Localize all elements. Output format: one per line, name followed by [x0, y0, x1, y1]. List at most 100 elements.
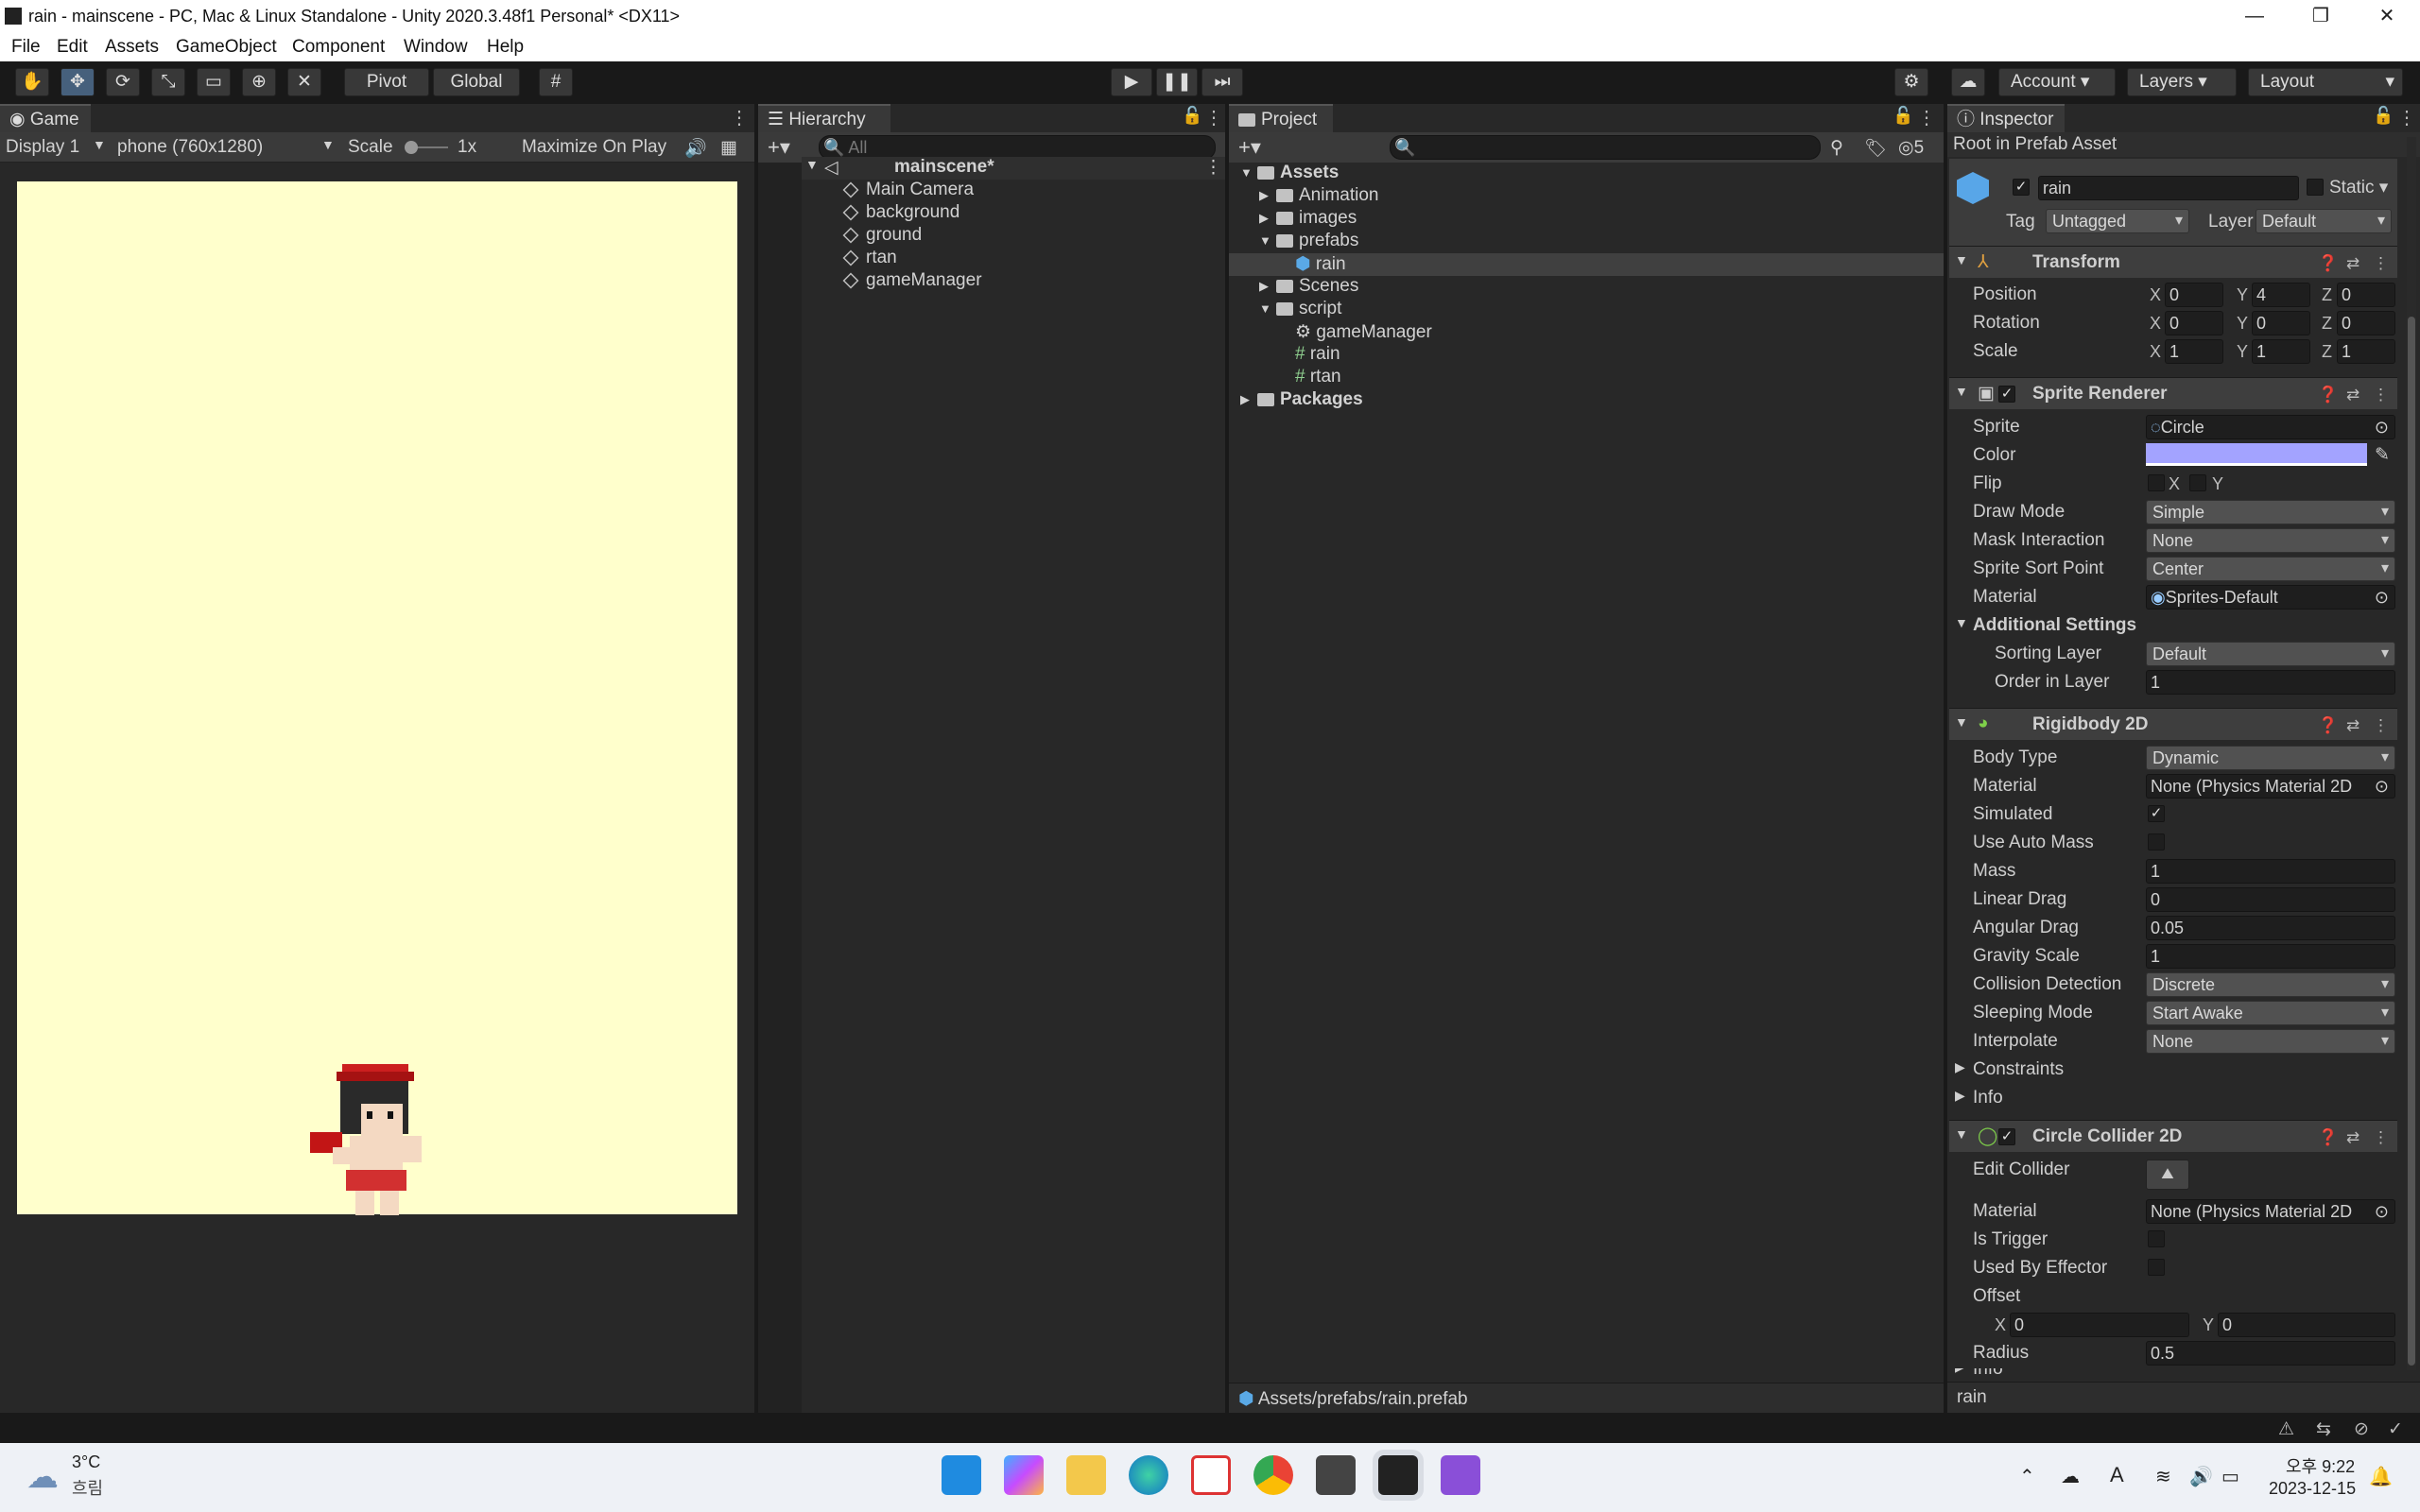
- search-by-type-icon[interactable]: ⚲: [1830, 137, 1843, 159]
- collab-icon[interactable]: ⇆: [2316, 1418, 2331, 1440]
- cc-material-field[interactable]: None (Physics Material 2D ⊙: [2146, 1199, 2395, 1224]
- flip-x-checkbox[interactable]: [2148, 474, 2165, 491]
- help-icon[interactable]: ❓: [2318, 254, 2338, 273]
- mute-audio-icon[interactable]: 🔊: [684, 137, 707, 160]
- constraints-label[interactable]: Constraints: [1973, 1059, 2064, 1080]
- interpolate-dropdown[interactable]: None: [2146, 1029, 2395, 1054]
- scale-slider-handle[interactable]: [405, 141, 418, 154]
- pause-button[interactable]: ❚❚: [1156, 68, 1198, 96]
- layers-dropdown[interactable]: Layers ▾: [2127, 68, 2237, 96]
- copilot-icon[interactable]: [1004, 1455, 1044, 1495]
- battery-icon[interactable]: ▭: [2221, 1465, 2239, 1488]
- tab-inspector[interactable]: ⓘ Inspector: [1947, 104, 2065, 132]
- project-tree-item[interactable]: ▶ Packages: [1229, 389, 1944, 412]
- weather-icon[interactable]: ☁: [26, 1458, 59, 1496]
- tab-game[interactable]: ◉ Game: [0, 104, 91, 132]
- edit-collider-button[interactable]: ⛰: [2146, 1160, 2189, 1190]
- folder-expand-icon[interactable]: ▼: [1240, 165, 1253, 180]
- scale-z[interactable]: 1: [2337, 339, 2395, 364]
- preset-icon[interactable]: ⇄: [2346, 386, 2360, 404]
- project-search-input[interactable]: 🔍: [1390, 135, 1821, 160]
- used-by-effector-checkbox[interactable]: [2148, 1259, 2165, 1276]
- scene-menu-icon[interactable]: ⋮: [1204, 157, 1222, 179]
- rotation-y[interactable]: 0: [2252, 311, 2310, 335]
- circle-collider-enabled[interactable]: ✓: [1998, 1128, 2015, 1145]
- hierarchy-menu-icon[interactable]: ⋮: [1204, 106, 1223, 129]
- flip-y-checkbox[interactable]: [2189, 474, 2206, 491]
- menu-file[interactable]: File: [11, 37, 41, 58]
- hierarchy-item[interactable]: Main Camera: [842, 180, 974, 200]
- mass-field[interactable]: 1: [2146, 859, 2395, 884]
- tab-project[interactable]: Project: [1229, 104, 1333, 132]
- menu-component[interactable]: Component: [292, 37, 385, 58]
- search-by-label-icon[interactable]: 🏷: [1864, 137, 1887, 160]
- debug-icon[interactable]: ⚠: [2278, 1418, 2294, 1440]
- chrome-icon[interactable]: [1253, 1455, 1293, 1495]
- services-icon[interactable]: ⚙: [1894, 68, 1928, 96]
- static-dropdown[interactable]: Static ▾: [2329, 177, 2388, 198]
- volume-icon[interactable]: 🔊: [2189, 1465, 2213, 1488]
- sprite-field[interactable]: ◌Circle ⊙: [2146, 415, 2395, 439]
- cloud-icon[interactable]: ☁: [1951, 68, 1985, 96]
- cc-info-row[interactable]: ▶ Info: [1955, 1368, 2399, 1376]
- display-dropdown[interactable]: Display 1: [6, 137, 79, 158]
- additional-settings-fold-icon[interactable]: ▼: [1955, 615, 1968, 630]
- linear-drag-field[interactable]: 0: [2146, 887, 2395, 912]
- sorting-layer-dropdown[interactable]: Default: [2146, 642, 2395, 666]
- stats-icon[interactable]: ▦: [720, 137, 737, 159]
- clock-date[interactable]: 2023-12-15: [2269, 1479, 2356, 1499]
- project-tree-item[interactable]: ▶ images: [1229, 208, 1944, 231]
- active-checkbox[interactable]: ✓: [2013, 179, 2030, 196]
- transform-header[interactable]: ▼ ⅄ Transform ❓ ⇄ ⋮: [1949, 246, 2397, 278]
- layer-dropdown[interactable]: Default: [2256, 209, 2392, 233]
- wifi-icon[interactable]: ≋: [2155, 1465, 2171, 1488]
- ime-indicator[interactable]: A: [2110, 1463, 2124, 1487]
- sync-app-icon[interactable]: [1191, 1455, 1231, 1495]
- project-tree-item[interactable]: ▼ prefabs: [1229, 231, 1944, 253]
- scale-x[interactable]: 1: [2165, 339, 2223, 364]
- project-tree-item[interactable]: # rain: [1229, 344, 1944, 367]
- angular-drag-field[interactable]: 0.05: [2146, 916, 2395, 940]
- object-picker-icon[interactable]: ⊙: [2374, 775, 2389, 798]
- menu-help[interactable]: Help: [487, 37, 524, 58]
- folder-expand-icon[interactable]: ▶: [1259, 188, 1269, 203]
- offset-y[interactable]: 0: [2218, 1313, 2395, 1337]
- hierarchy-scene-row[interactable]: [802, 157, 1225, 180]
- object-name-field[interactable]: rain: [2038, 176, 2299, 200]
- collision-detection-dropdown[interactable]: Discrete: [2146, 972, 2395, 997]
- project-tree-item[interactable]: ▼ Assets: [1229, 163, 1944, 185]
- grid-snap-icon[interactable]: #: [539, 68, 573, 96]
- sprite-renderer-enabled[interactable]: ✓: [1998, 386, 2015, 403]
- project-tree-item[interactable]: # rtan: [1229, 367, 1944, 389]
- game-menu-icon[interactable]: ⋮: [730, 106, 749, 129]
- menu-assets[interactable]: Assets: [105, 37, 159, 58]
- start-icon[interactable]: [942, 1455, 981, 1495]
- folder-expand-icon[interactable]: ▼: [1259, 233, 1271, 248]
- progress-icon[interactable]: ✓: [2388, 1418, 2403, 1440]
- inspector-lock-icon[interactable]: 🔓: [2373, 106, 2394, 126]
- hierarchy-add-button[interactable]: +▾: [768, 135, 790, 160]
- tag-dropdown[interactable]: Untagged: [2046, 209, 2189, 233]
- rect-tool-icon[interactable]: ▭: [197, 68, 231, 96]
- play-button[interactable]: ▶: [1111, 68, 1152, 96]
- sprite-renderer-header[interactable]: ▼ ▣ ✓ Sprite Renderer ❓ ⇄ ⋮: [1949, 377, 2397, 409]
- network-tray-icon[interactable]: ☁: [2061, 1465, 2080, 1488]
- inspector-menu-icon[interactable]: ⋮: [2397, 106, 2416, 129]
- transform-fold-icon[interactable]: ▼: [1955, 252, 1968, 267]
- scene-name[interactable]: mainscene*: [894, 157, 994, 178]
- resolution-dropdown[interactable]: phone (760x1280): [117, 137, 263, 158]
- hidden-packages-icon[interactable]: ◎5: [1898, 137, 1924, 159]
- minimize-button[interactable]: —: [2221, 0, 2288, 33]
- circle-collider-header[interactable]: ▼ ◯ ✓ Circle Collider 2D ❓ ⇄ ⋮: [1949, 1120, 2397, 1152]
- project-add-button[interactable]: +▾: [1238, 135, 1261, 160]
- color-swatch[interactable]: [2146, 443, 2367, 466]
- static-checkbox[interactable]: [2307, 179, 2324, 196]
- object-picker-icon[interactable]: ⊙: [2375, 586, 2389, 609]
- maximize-button[interactable]: ❐: [2288, 0, 2354, 33]
- unity-hub-icon[interactable]: [1316, 1455, 1356, 1495]
- hierarchy-item[interactable]: rtan: [842, 248, 897, 268]
- menu-window[interactable]: Window: [404, 37, 468, 58]
- draw-mode-dropdown[interactable]: Simple: [2146, 500, 2395, 524]
- preset-icon[interactable]: ⇄: [2346, 254, 2360, 273]
- edge-icon[interactable]: [1129, 1455, 1168, 1495]
